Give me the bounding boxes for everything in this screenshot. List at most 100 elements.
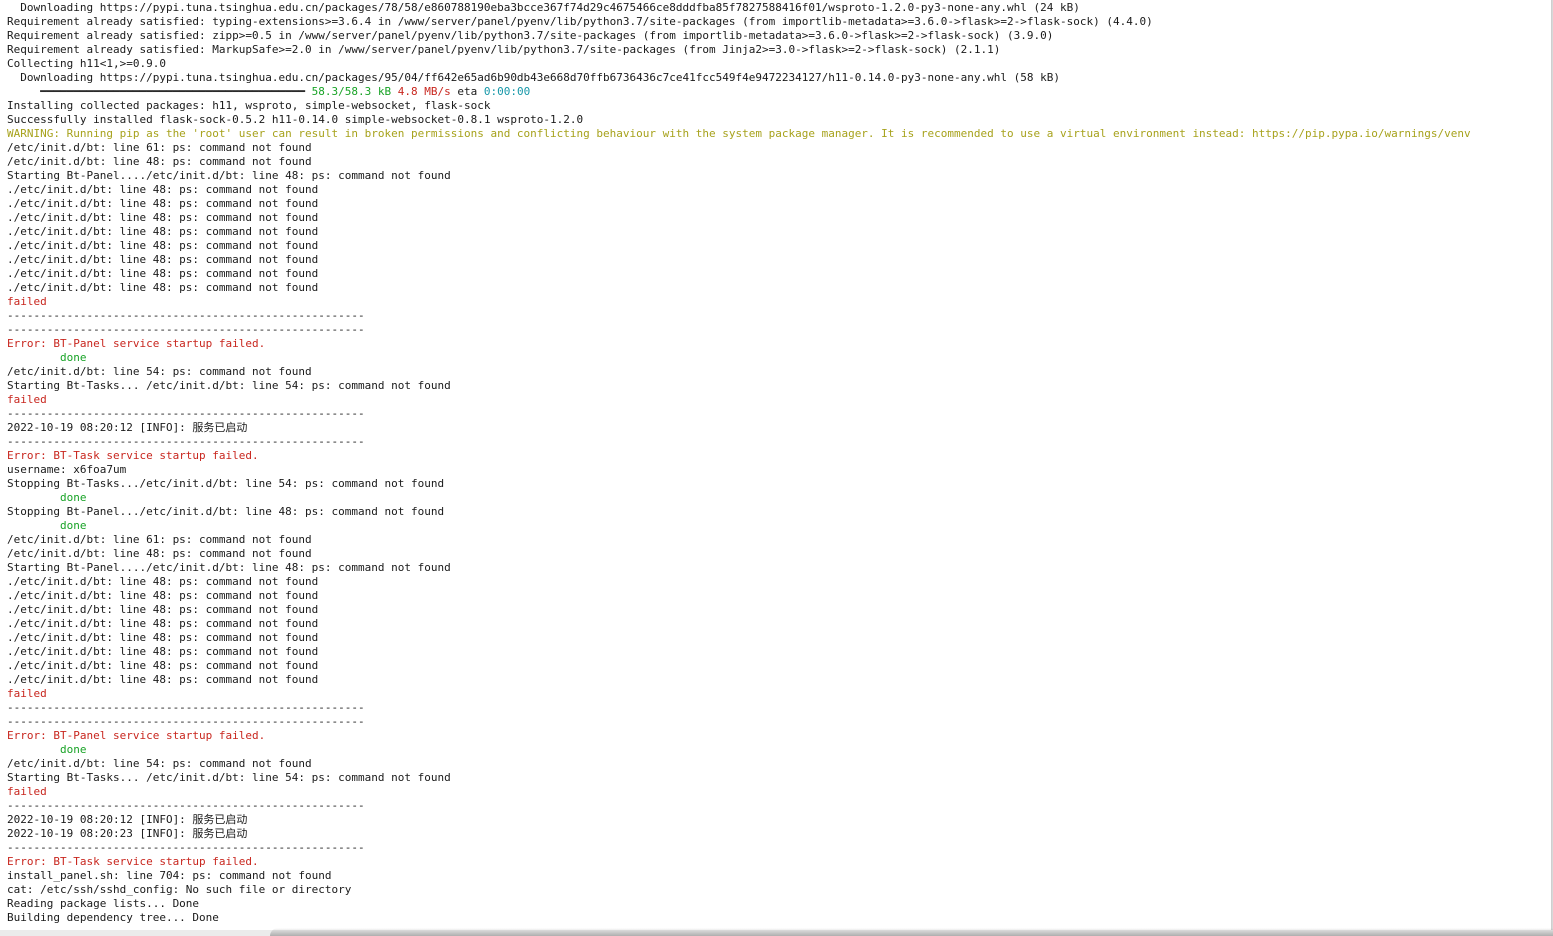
terminal-line: Stopping Bt-Tasks.../etc/init.d/bt: line… bbox=[7, 477, 1552, 491]
terminal-line: WARNING: Running pip as the 'root' user … bbox=[7, 127, 1552, 141]
terminal-text-segment: 4.8 MB/s bbox=[397, 85, 451, 98]
terminal-line: ./etc/init.d/bt: line 48: ps: command no… bbox=[7, 645, 1552, 659]
terminal-line: cat: /etc/ssh/sshd_config: No such file … bbox=[7, 883, 1552, 897]
terminal-text-segment: ./etc/init.d/bt: line 48: ps: command no… bbox=[7, 673, 319, 686]
terminal-text-segment: ./etc/init.d/bt: line 48: ps: command no… bbox=[7, 239, 319, 252]
terminal-text-segment: ./etc/init.d/bt: line 48: ps: command no… bbox=[7, 197, 319, 210]
terminal-text-segment: Starting Bt-Panel..../etc/init.d/bt: lin… bbox=[7, 169, 451, 182]
terminal-text-segment: Stopping Bt-Tasks.../etc/init.d/bt: line… bbox=[7, 477, 445, 490]
terminal-text-segment: Requirement already satisfied: typing-ex… bbox=[7, 15, 1153, 28]
terminal-text-segment: cat: /etc/ssh/sshd_config: No such file … bbox=[7, 883, 352, 896]
terminal-text-segment: WARNING: Running pip as the 'root' user … bbox=[7, 127, 1471, 140]
terminal-line: ./etc/init.d/bt: line 48: ps: command no… bbox=[7, 183, 1552, 197]
terminal-line: ./etc/init.d/bt: line 48: ps: command no… bbox=[7, 197, 1552, 211]
terminal-text-segment: /etc/init.d/bt: line 54: ps: command not… bbox=[7, 365, 312, 378]
terminal-line: ----------------------------------------… bbox=[7, 309, 1552, 323]
terminal-line: Installing collected packages: h11, wspr… bbox=[7, 99, 1552, 113]
terminal-text-segment: ./etc/init.d/bt: line 48: ps: command no… bbox=[7, 211, 319, 224]
terminal-text-segment: ----------------------------------------… bbox=[7, 701, 365, 714]
terminal-line: ./etc/init.d/bt: line 48: ps: command no… bbox=[7, 239, 1552, 253]
terminal-text-segment: Error: BT-Task service startup failed. bbox=[7, 855, 259, 868]
terminal-line: Building dependency tree... Done bbox=[7, 911, 1552, 925]
terminal-line: done bbox=[7, 743, 1552, 757]
terminal-text-segment: /etc/init.d/bt: line 61: ps: command not… bbox=[7, 141, 312, 154]
terminal-line: ----------------------------------------… bbox=[7, 407, 1552, 421]
terminal-line: ./etc/init.d/bt: line 48: ps: command no… bbox=[7, 603, 1552, 617]
terminal-line: /etc/init.d/bt: line 48: ps: command not… bbox=[7, 547, 1552, 561]
terminal-text-segment: ./etc/init.d/bt: line 48: ps: command no… bbox=[7, 575, 319, 588]
terminal-text-segment: Starting Bt-Tasks... /etc/init.d/bt: lin… bbox=[7, 771, 451, 784]
terminal-text-segment: Starting Bt-Panel..../etc/init.d/bt: lin… bbox=[7, 561, 451, 574]
terminal-text-segment: Starting Bt-Tasks... /etc/init.d/bt: lin… bbox=[7, 379, 451, 392]
terminal-text-segment: Downloading https://pypi.tuna.tsinghua.e… bbox=[7, 1, 1080, 14]
terminal-line: Error: BT-Task service startup failed. bbox=[7, 855, 1552, 869]
terminal-line: /etc/init.d/bt: line 48: ps: command not… bbox=[7, 155, 1552, 169]
terminal-line: Successfully installed flask-sock-0.5.2 … bbox=[7, 113, 1552, 127]
terminal-line: /etc/init.d/bt: line 61: ps: command not… bbox=[7, 141, 1552, 155]
terminal-line: Requirement already satisfied: MarkupSaf… bbox=[7, 43, 1552, 57]
terminal-text-segment: ./etc/init.d/bt: line 48: ps: command no… bbox=[7, 603, 319, 616]
terminal-text-segment: ----------------------------------------… bbox=[7, 841, 365, 854]
terminal-text-segment: Collecting h11<1,>=0.9.0 bbox=[7, 57, 166, 70]
terminal-line: /etc/init.d/bt: line 54: ps: command not… bbox=[7, 757, 1552, 771]
terminal-text-segment: ./etc/init.d/bt: line 48: ps: command no… bbox=[7, 659, 319, 672]
terminal-text-segment: ----------------------------------------… bbox=[7, 799, 365, 812]
terminal-line: username: x6foa7um bbox=[7, 463, 1552, 477]
terminal-text-segment: failed bbox=[7, 393, 47, 406]
terminal-text-segment: eta bbox=[450, 85, 484, 98]
terminal-text-segment: ./etc/init.d/bt: line 48: ps: command no… bbox=[7, 645, 319, 658]
terminal-line: ----------------------------------------… bbox=[7, 715, 1552, 729]
terminal-line: ./etc/init.d/bt: line 48: ps: command no… bbox=[7, 659, 1552, 673]
terminal-line: failed bbox=[7, 295, 1552, 309]
terminal-line: Starting Bt-Panel..../etc/init.d/bt: lin… bbox=[7, 169, 1552, 183]
terminal-text-segment: Requirement already satisfied: MarkupSaf… bbox=[7, 43, 1001, 56]
scrollbar[interactable] bbox=[1551, 0, 1552, 930]
terminal-line: Starting Bt-Tasks... /etc/init.d/bt: lin… bbox=[7, 771, 1552, 785]
terminal-line: ./etc/init.d/bt: line 48: ps: command no… bbox=[7, 281, 1552, 295]
terminal-text-segment: ----------------------------------------… bbox=[7, 435, 365, 448]
terminal-line: 2022-10-19 08:20:12 [INFO]: 服务已启动 bbox=[7, 813, 1552, 827]
terminal-line: Error: BT-Panel service startup failed. bbox=[7, 729, 1552, 743]
terminal-text-segment: Installing collected packages: h11, wspr… bbox=[7, 99, 491, 112]
terminal-text-segment: Error: BT-Task service startup failed. bbox=[7, 449, 259, 462]
terminal-line: /etc/init.d/bt: line 54: ps: command not… bbox=[7, 365, 1552, 379]
terminal-line: Reading package lists... Done bbox=[7, 897, 1552, 911]
terminal-line: Error: BT-Task service startup failed. bbox=[7, 449, 1552, 463]
terminal-line: ----------------------------------------… bbox=[7, 841, 1552, 855]
terminal-line: Starting Bt-Panel..../etc/init.d/bt: lin… bbox=[7, 561, 1552, 575]
terminal-line: ./etc/init.d/bt: line 48: ps: command no… bbox=[7, 225, 1552, 239]
terminal-line: failed bbox=[7, 687, 1552, 701]
terminal-text-segment: done bbox=[7, 743, 87, 756]
terminal-text-segment: install_panel.sh: line 704: ps: command … bbox=[7, 869, 332, 882]
terminal-text-segment: /etc/init.d/bt: line 61: ps: command not… bbox=[7, 533, 312, 546]
terminal-line: done bbox=[7, 491, 1552, 505]
terminal-text-segment: failed bbox=[7, 687, 47, 700]
terminal-line: ./etc/init.d/bt: line 48: ps: command no… bbox=[7, 631, 1552, 645]
terminal-text-segment: ./etc/init.d/bt: line 48: ps: command no… bbox=[7, 183, 319, 196]
terminal-line: Requirement already satisfied: typing-ex… bbox=[7, 15, 1552, 29]
terminal-text-segment: 58.3/58.3 kB bbox=[311, 85, 392, 98]
terminal-text-segment: Successfully installed flask-sock-0.5.2 … bbox=[7, 113, 584, 126]
terminal-line: 2022-10-19 08:20:12 [INFO]: 服务已启动 bbox=[7, 421, 1552, 435]
terminal-line: done bbox=[7, 351, 1552, 365]
terminal-line: /etc/init.d/bt: line 61: ps: command not… bbox=[7, 533, 1552, 547]
terminal-text-segment: 2022-10-19 08:20:23 [INFO]: 服务已启动 bbox=[7, 827, 248, 840]
terminal-line: ----------------------------------------… bbox=[7, 799, 1552, 813]
terminal-window[interactable]: Downloading https://pypi.tuna.tsinghua.e… bbox=[0, 0, 1553, 930]
terminal-text-segment: username: x6foa7um bbox=[7, 463, 127, 476]
terminal-text-segment: ━━━━━━━━━━━━━━━━━━━━━━━━━━━━━━━━━━━━━━━━ bbox=[7, 85, 312, 98]
terminal-output[interactable]: Downloading https://pypi.tuna.tsinghua.e… bbox=[0, 0, 1552, 925]
terminal-text-segment: ./etc/init.d/bt: line 48: ps: command no… bbox=[7, 631, 319, 644]
terminal-line: ./etc/init.d/bt: line 48: ps: command no… bbox=[7, 267, 1552, 281]
terminal-text-segment: failed bbox=[7, 785, 47, 798]
terminal-line: Collecting h11<1,>=0.9.0 bbox=[7, 57, 1552, 71]
terminal-text-segment: /etc/init.d/bt: line 54: ps: command not… bbox=[7, 757, 312, 770]
terminal-line: install_panel.sh: line 704: ps: command … bbox=[7, 869, 1552, 883]
terminal-text-segment: ./etc/init.d/bt: line 48: ps: command no… bbox=[7, 281, 319, 294]
terminal-text-segment: ----------------------------------------… bbox=[7, 309, 365, 322]
terminal-line: done bbox=[7, 519, 1552, 533]
terminal-text-segment: done bbox=[7, 519, 87, 532]
terminal-text-segment: done bbox=[7, 351, 87, 364]
terminal-line: ./etc/init.d/bt: line 48: ps: command no… bbox=[7, 617, 1552, 631]
